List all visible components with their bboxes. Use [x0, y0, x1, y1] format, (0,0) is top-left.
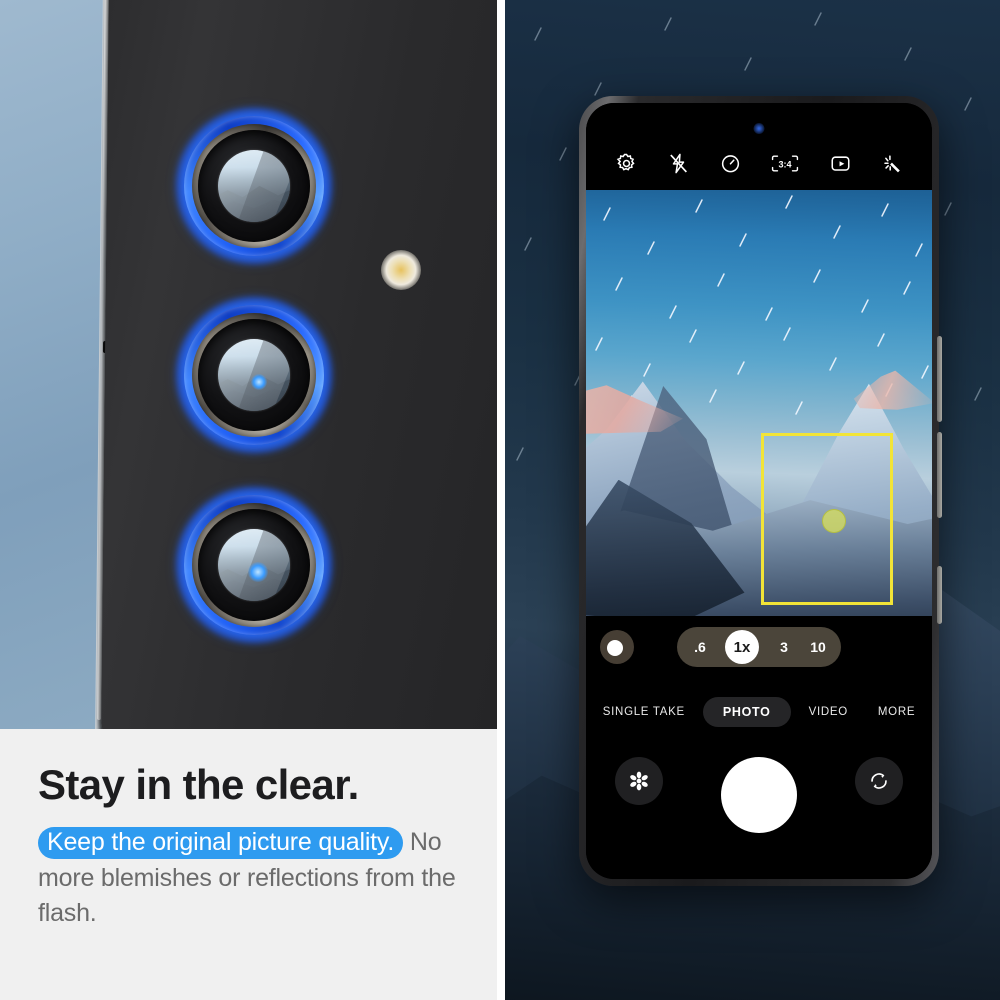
filters-icon[interactable]	[879, 150, 905, 176]
camera-viewfinder[interactable]	[586, 190, 932, 616]
settings-icon[interactable]	[613, 150, 639, 176]
mode-video[interactable]: VIDEO	[797, 698, 860, 726]
zoom-control[interactable]: .6 1x 3 10	[677, 627, 841, 667]
zoom-option-2[interactable]: 3	[775, 639, 793, 655]
camera-mode-bar: SINGLE TAKE PHOTO VIDEO MORE	[586, 685, 932, 739]
right-panel: 3:4 .6 1x 3 10 SINGLE TAKE PHOTO VIDEO M…	[505, 0, 1000, 1000]
left-panel: Stay in the clear. Keep the original pic…	[0, 0, 497, 1000]
camera-lens-3	[176, 487, 332, 643]
shutter-button[interactable]	[721, 757, 797, 833]
volume-down-button[interactable]	[937, 432, 942, 518]
lens-glass	[218, 529, 290, 601]
timer-icon[interactable]	[717, 150, 743, 176]
camera-lens-2	[176, 297, 332, 453]
exposure-indicator[interactable]	[821, 509, 846, 534]
zoom-bar: .6 1x 3 10	[586, 616, 932, 680]
flower-icon	[630, 771, 648, 791]
phone-device: 3:4 .6 1x 3 10 SINGLE TAKE PHOTO VIDEO M…	[579, 96, 942, 886]
lens-glass	[218, 339, 290, 411]
power-button[interactable]	[937, 566, 942, 624]
page-title: Stay in the clear.	[38, 761, 359, 808]
highlighted-phrase: Keep the original picture quality.	[38, 827, 404, 860]
led-flash	[381, 250, 421, 290]
motion-photo-icon[interactable]	[827, 150, 853, 176]
zoom-option-1[interactable]: 1x	[725, 630, 759, 664]
mode-single-take[interactable]: SINGLE TAKE	[591, 698, 697, 726]
camera-top-bar: 3:4	[586, 103, 932, 190]
aspect-ratio-icon[interactable]: 3:4	[769, 150, 801, 176]
camera-flip-icon	[871, 773, 887, 789]
lens-closeup-photo	[0, 0, 497, 729]
volume-up-button[interactable]	[937, 336, 942, 422]
camera-lens-1	[176, 108, 332, 264]
switch-camera-button[interactable]	[855, 757, 903, 805]
mode-more[interactable]: MORE	[866, 698, 927, 726]
marketing-text-panel: Stay in the clear. Keep the original pic…	[0, 729, 497, 1000]
focus-box[interactable]	[761, 433, 893, 605]
marketing-subtext: Keep the original picture quality. No mo…	[38, 825, 459, 932]
svg-text:3:4: 3:4	[778, 159, 791, 169]
mode-photo[interactable]: PHOTO	[702, 697, 791, 727]
camera-shutter-bar	[586, 739, 932, 879]
front-camera-punch-hole	[753, 123, 765, 134]
brightness-knob[interactable]	[600, 630, 634, 664]
zoom-option-3[interactable]: 10	[809, 639, 827, 655]
lens-glass	[218, 150, 290, 222]
gallery-button[interactable]	[615, 757, 663, 805]
brightness-dot	[607, 640, 623, 656]
flash-off-icon[interactable]	[665, 150, 691, 176]
lens-flare	[251, 373, 268, 390]
page-root: Stay in the clear. Keep the original pic…	[0, 0, 1000, 1000]
phone-screen: 3:4 .6 1x 3 10 SINGLE TAKE PHOTO VIDEO M…	[586, 103, 932, 879]
zoom-option-0[interactable]: .6	[691, 639, 709, 655]
